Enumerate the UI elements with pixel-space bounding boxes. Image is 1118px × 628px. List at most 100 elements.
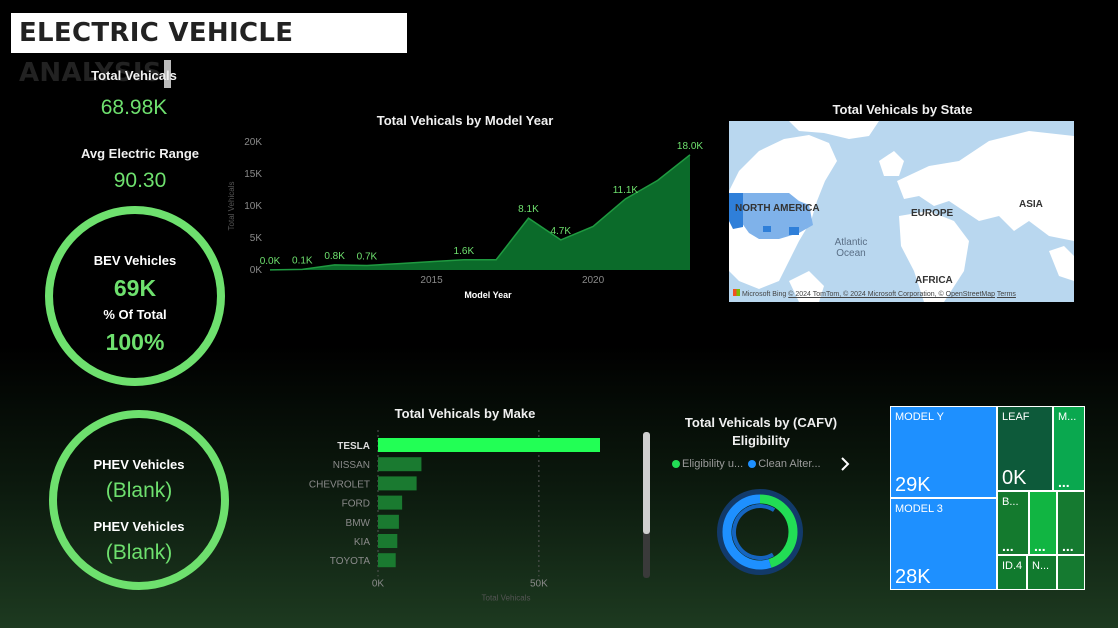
y-tick-label: 15K (244, 169, 262, 180)
make-chart-scrollbar[interactable] (643, 432, 650, 578)
data-label: 18.0K (677, 141, 703, 152)
x-axis-title: Model Year (464, 290, 512, 300)
make-label: FORD (342, 499, 370, 510)
make-chart-title: Total Vehicals by Make (394, 406, 536, 421)
bev-gauge[interactable]: BEV Vehicles 69K % Of Total 100% (40, 201, 230, 391)
data-label: 0.1K (292, 255, 313, 266)
phev-gauge[interactable]: PHEV Vehicles (Blank) PHEV Vehicles (Bla… (44, 405, 234, 595)
cell-value: 0K (1002, 467, 1027, 489)
cell-name: N... (1032, 560, 1050, 572)
pct-of-total-label: % Of Total (103, 307, 167, 322)
y-tick-label: 5K (250, 233, 263, 244)
make-bar[interactable] (378, 495, 403, 510)
data-label: 0.0K (260, 256, 281, 267)
cell-value: 28K (895, 566, 931, 588)
make-bar[interactable] (378, 438, 600, 452)
pct-of-total-value: 100% (105, 329, 165, 355)
y-tick-label: 10K (244, 201, 262, 212)
cell-name: ID.4 (1002, 560, 1023, 572)
y-tick-label: 20K (244, 137, 262, 148)
data-label: 11.1K (613, 185, 639, 196)
x-tick-label: 2015 (420, 275, 443, 286)
map-copyright[interactable]: © 2024 TomTom, © 2024 Microsoft Corporat… (788, 291, 995, 298)
cell-name: MODEL Y (895, 411, 944, 423)
bing-logo-icon (733, 289, 740, 296)
data-label: 8.1K (518, 204, 539, 215)
phev-label-2: PHEV Vehicles (93, 519, 185, 534)
total-vehicles-label: Total Vehicals (91, 68, 177, 83)
x-axis-title: Total Vehicals (482, 593, 531, 602)
year-chart-title: Total Vehicals by Model Year (376, 113, 554, 128)
treemap-cell-small[interactable] (1057, 555, 1085, 590)
make-label: BMW (346, 518, 371, 529)
treemap-cell-unlabeled-2[interactable]: ... (1057, 491, 1085, 555)
label-europe: EUROPE (911, 208, 954, 219)
make-label: TESLA (337, 441, 370, 452)
cell-name: LEAF (1002, 411, 1030, 423)
data-label: 0.7K (357, 252, 378, 263)
avg-range-value: 90.30 (113, 169, 167, 192)
x-tick-label: 50K (530, 578, 548, 589)
cafv-donut-chart[interactable] (714, 486, 806, 578)
label-north-america: NORTH AMERICA (735, 203, 820, 214)
total-vehicles-value: 68.98K (100, 96, 168, 119)
map-terms-link[interactable]: Terms (997, 291, 1016, 298)
state-map[interactable]: NORTH AMERICA EUROPE ASIA AFRICA Atlanti… (729, 121, 1074, 302)
legend-next-button[interactable] (838, 455, 852, 473)
map-attribution: Microsoft Bing © 2024 TomTom, © 2024 Mic… (733, 289, 1016, 298)
label-africa: AFRICA (915, 275, 953, 286)
make-bar[interactable] (378, 514, 399, 529)
make-bar[interactable] (378, 457, 422, 472)
phev-value-2: (Blank) (105, 541, 173, 564)
cell-name: MODEL 3 (895, 503, 943, 515)
y-axis-title: Total Vehicals (227, 182, 236, 231)
data-label: 4.7K (550, 226, 571, 237)
x-tick-label: 2020 (582, 275, 605, 286)
cell-ellipsis: ... (1062, 538, 1074, 554)
bev-label: BEV Vehicles (93, 253, 177, 268)
label-asia: ASIA (1019, 199, 1043, 210)
avg-range-label: Avg Electric Range (80, 146, 199, 161)
legend-label-clean: Clean Alter... (758, 458, 821, 470)
make-label: NISSAN (333, 460, 370, 471)
treemap-cell-b[interactable]: B... ... (997, 491, 1029, 555)
legend-item-eligible[interactable]: Eligibility u... (672, 458, 743, 470)
treemap-cell-id4[interactable]: ID.4 (997, 555, 1027, 590)
cell-ellipsis: ... (1034, 538, 1046, 554)
cell-ellipsis: ... (1002, 538, 1014, 554)
make-label: KIA (354, 537, 370, 548)
map-title: Total Vehicals by State (832, 102, 973, 117)
data-label: 1.6K (454, 246, 475, 257)
legend-dot-icon (748, 460, 757, 469)
treemap-cell-model-3[interactable]: MODEL 3 28K (890, 498, 997, 590)
treemap-cell-m[interactable]: M... ... (1053, 406, 1085, 491)
make-label: TOYOTA (330, 556, 371, 567)
make-bar[interactable] (378, 476, 417, 491)
legend-item-clean[interactable]: Clean Alter... (748, 458, 821, 470)
treemap-cell-n[interactable]: N... (1027, 555, 1057, 590)
treemap-cell-leaf[interactable]: LEAF 0K (997, 406, 1053, 491)
cafv-legend: Eligibility u... Clean Alter... (672, 458, 844, 470)
x-tick-label: 0K (372, 578, 385, 589)
model-treemap[interactable]: MODEL Y 29K MODEL 3 28K LEAF 0K M... ...… (890, 406, 1085, 590)
make-bar[interactable] (378, 534, 398, 548)
dashboard-title: ELECTRIC VEHICLE ANALYSIS (11, 13, 407, 88)
chevron-right-icon (841, 457, 850, 471)
cell-name: M... (1058, 411, 1077, 423)
cell-name: B... (1002, 496, 1019, 508)
phev-label-1: PHEV Vehicles (93, 457, 185, 472)
treemap-cell-model-y[interactable]: MODEL Y 29K (890, 406, 997, 498)
bev-value: 69K (113, 275, 157, 301)
model-year-area-chart[interactable]: 0K5K10K15K20K2015 2020Model YearTotal Veh… (222, 128, 712, 308)
map-brand: Microsoft Bing (741, 291, 787, 298)
treemap-cell-unlabeled-1[interactable]: ... (1029, 491, 1057, 555)
data-label: 0.8K (324, 251, 345, 262)
make-bar[interactable] (378, 553, 396, 568)
legend-label-eligible: Eligibility u... (682, 458, 744, 470)
phev-value-1: (Blank) (105, 479, 173, 502)
scrollbar-thumb[interactable] (643, 432, 650, 534)
legend-dot-icon (672, 460, 680, 469)
cafv-title: Total Vehicals by (CAFV) Eligibility (684, 415, 838, 448)
make-bar-chart[interactable]: TESLA NISSAN CHEVROLET FORD BMW KIA TOYOTA0K 50… (290, 428, 620, 618)
cell-value: 29K (895, 474, 931, 496)
